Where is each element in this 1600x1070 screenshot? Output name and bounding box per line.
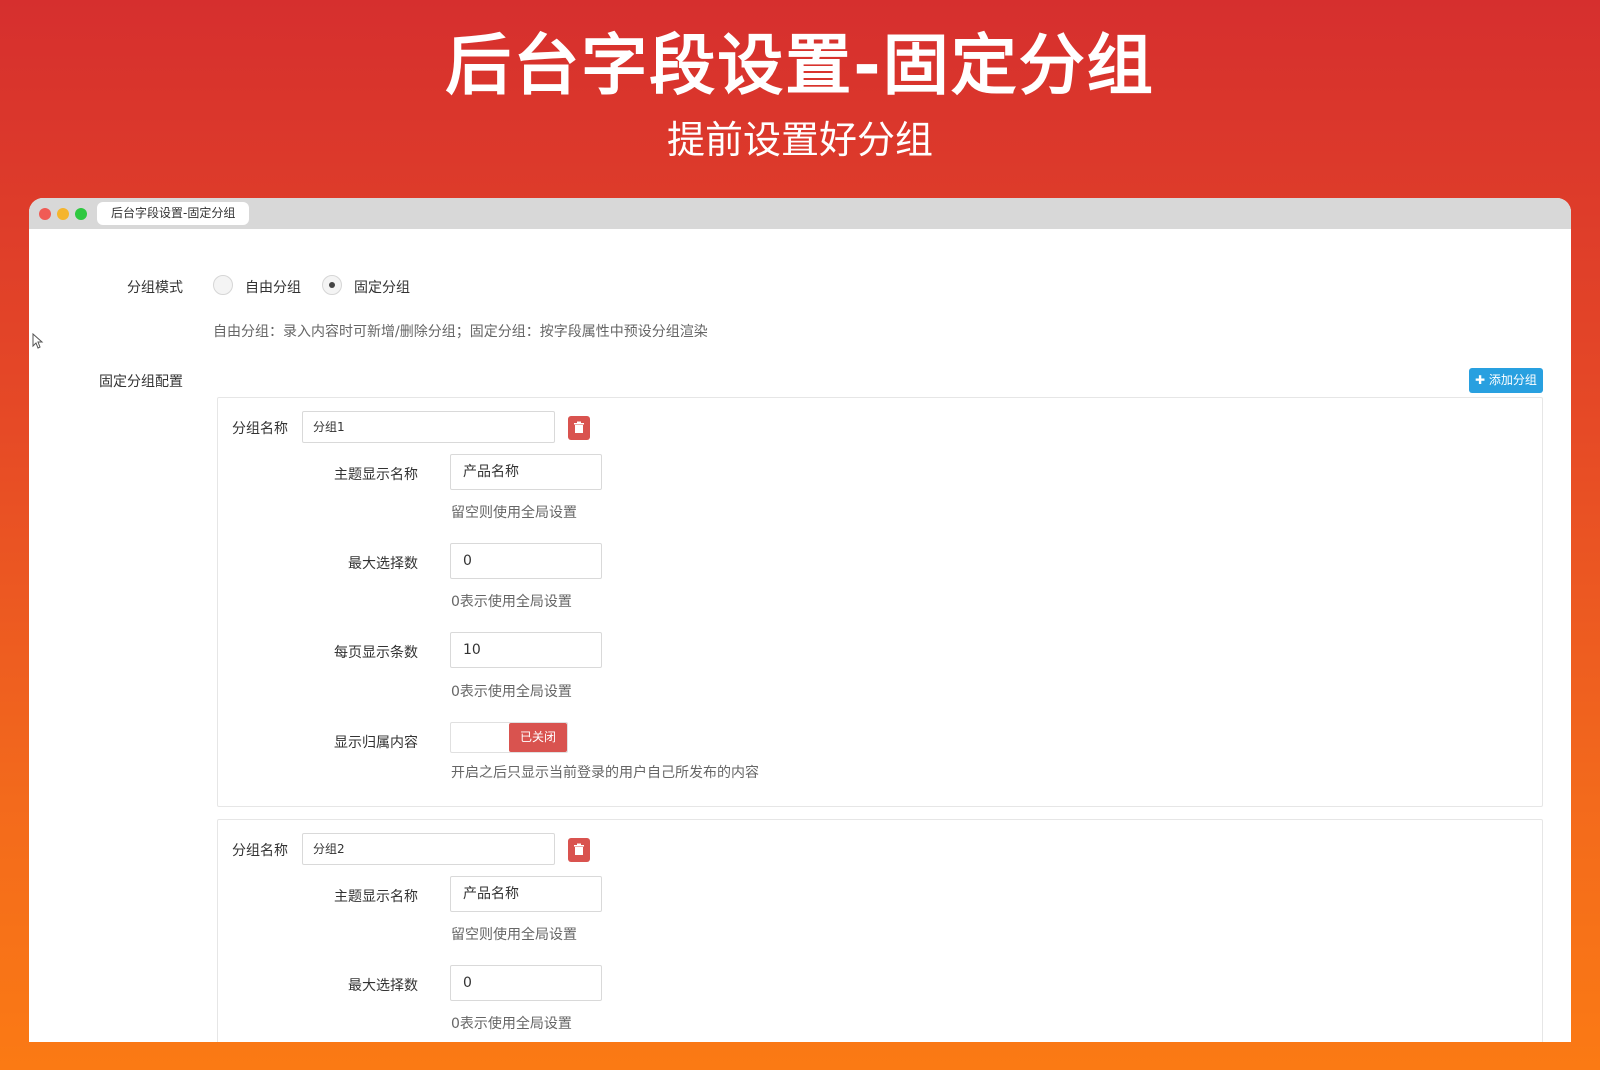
- window-titlebar: 后台字段设置-固定分组: [29, 198, 1571, 229]
- radio-fixed-group-label[interactable]: 固定分组: [354, 277, 410, 297]
- add-group-button-label: 添加分组: [1488, 373, 1537, 387]
- max-select-help: 0表示使用全局设置: [451, 594, 572, 610]
- max-select-input[interactable]: 0: [450, 965, 602, 1001]
- browser-window: 后台字段设置-固定分组 分组模式 自由分组 固定分组 自由分组：录入内容时可新增…: [29, 198, 1571, 1042]
- max-select-label: 最大选择数: [348, 556, 418, 572]
- per-page-input[interactable]: 10: [450, 632, 602, 668]
- per-page-label: 每页显示条数: [334, 645, 418, 661]
- theme-name-input[interactable]: 产品名称: [450, 454, 602, 490]
- settings-form: 分组模式 自由分组 固定分组 自由分组：录入内容时可新增/删除分组；固定分组：按…: [29, 229, 1571, 1042]
- minimize-window-icon[interactable]: [57, 208, 69, 220]
- theme-name-help: 留空则使用全局设置: [451, 927, 577, 943]
- delete-group-button[interactable]: [568, 838, 590, 862]
- max-select-input[interactable]: 0: [450, 543, 602, 579]
- hero-title: 后台字段设置-固定分组: [445, 27, 1155, 104]
- group-panel: 分组名称 分组2 主题显示名称 产品名称 留空则使用全局设置 最大选择数 0 0…: [217, 819, 1543, 1042]
- plus-icon: ✚: [1475, 373, 1486, 387]
- theme-name-label: 主题显示名称: [334, 467, 418, 483]
- show-owner-toggle-state: 已关闭: [509, 723, 567, 752]
- group-name-input[interactable]: 分组2: [302, 833, 555, 865]
- config-label: 固定分组配置: [99, 374, 183, 390]
- hero-subtitle: 提前设置好分组: [666, 118, 933, 162]
- mouse-cursor-icon: [32, 333, 44, 349]
- add-group-button[interactable]: ✚ 添加分组: [1469, 368, 1543, 393]
- theme-name-help: 留空则使用全局设置: [451, 505, 577, 521]
- show-owner-toggle[interactable]: 已关闭: [450, 722, 568, 753]
- trash-icon: [574, 843, 584, 855]
- radio-free-group-label[interactable]: 自由分组: [245, 277, 301, 297]
- group-panel: 分组名称 分组1 主题显示名称 产品名称 留空则使用全局设置 最大选择数 0 0…: [217, 397, 1543, 807]
- radio-fixed-group[interactable]: [322, 275, 342, 295]
- browser-tab[interactable]: 后台字段设置-固定分组: [97, 202, 250, 225]
- theme-name-input[interactable]: 产品名称: [450, 876, 602, 912]
- show-owner-label: 显示归属内容: [334, 735, 418, 751]
- group-name-label: 分组名称: [232, 843, 288, 859]
- per-page-help: 0表示使用全局设置: [451, 684, 572, 700]
- max-select-label: 最大选择数: [348, 978, 418, 994]
- max-select-help: 0表示使用全局设置: [451, 1016, 572, 1032]
- mode-label: 分组模式: [127, 280, 183, 296]
- close-window-icon[interactable]: [39, 208, 51, 220]
- trash-icon: [574, 421, 584, 433]
- radio-free-group[interactable]: [213, 275, 233, 295]
- theme-name-label: 主题显示名称: [334, 889, 418, 905]
- group-name-input[interactable]: 分组1: [302, 411, 555, 443]
- mode-help-text: 自由分组：录入内容时可新增/删除分组；固定分组：按字段属性中预设分组渲染: [213, 324, 708, 340]
- show-owner-help: 开启之后只显示当前登录的用户自己所发布的内容: [451, 765, 759, 781]
- group-name-label: 分组名称: [232, 421, 288, 437]
- maximize-window-icon[interactable]: [75, 208, 87, 220]
- delete-group-button[interactable]: [568, 416, 590, 440]
